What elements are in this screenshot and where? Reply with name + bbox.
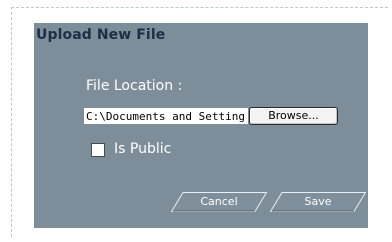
file-path-input[interactable] [84,108,248,124]
is-public-label: Is Public [114,141,172,157]
cancel-button[interactable]: Cancel [171,192,267,212]
save-button[interactable]: Save [270,192,366,212]
browse-button[interactable]: Browse... [249,107,338,125]
upload-panel: Upload New File File Location : Browse..… [34,23,368,228]
file-location-label: File Location : [86,78,183,94]
cancel-button-label: Cancel [200,195,238,208]
save-button-label: Save [304,195,332,208]
panel-title: Upload New File [36,27,166,43]
is-public-checkbox[interactable] [91,143,105,157]
